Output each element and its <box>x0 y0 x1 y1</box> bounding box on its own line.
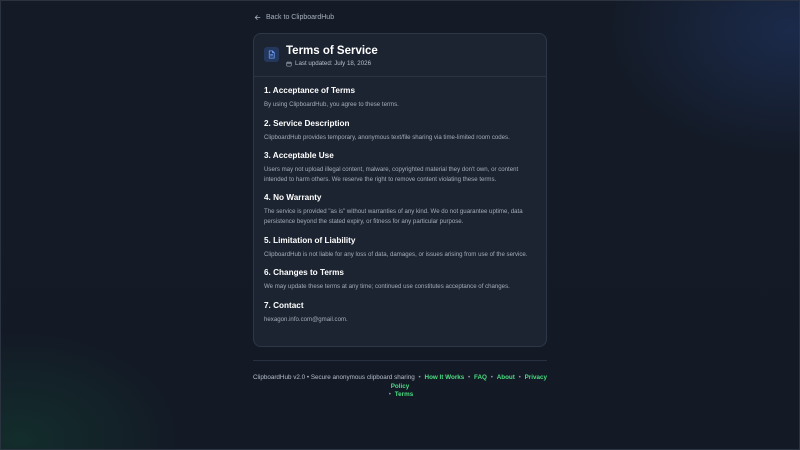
footer-separator: • <box>418 374 421 381</box>
section-title: 2. Service Description <box>264 118 350 128</box>
document-icon <box>264 47 279 62</box>
section-text: The service is provided "as is" without … <box>264 208 523 225</box>
page-title: Terms of Service <box>286 45 378 57</box>
terms-section: 2. Service Description ClipboardHub prov… <box>264 119 536 143</box>
section-title: 4. No Warranty <box>264 193 322 203</box>
section-text: We may update these terms at any time; c… <box>264 283 510 291</box>
last-updated: Last updated: July 18, 2026 <box>286 60 378 67</box>
footer-link-how-it-works[interactable]: How It Works <box>425 374 465 381</box>
footer-link-terms[interactable]: Terms <box>395 391 413 398</box>
terms-section: 6. Changes to Terms We may update these … <box>264 268 536 292</box>
section-title: 3. Acceptable Use <box>264 151 334 161</box>
section-text: ClipboardHub provides temporary, anonymo… <box>264 133 510 141</box>
terms-section: 5. Limitation of Liability ClipboardHub … <box>264 236 536 260</box>
terms-section: 3. Acceptable Use Users may not upload i… <box>264 151 536 184</box>
section-text: Users may not upload illegal content, ma… <box>264 166 519 183</box>
footer: ClipboardHub v2.0 • Secure anonymous cli… <box>250 374 550 400</box>
section-text: ClipboardHub is not liable for any loss … <box>264 250 528 258</box>
footer-link-faq[interactable]: FAQ <box>474 374 487 381</box>
footer-link-about[interactable]: About <box>497 374 515 381</box>
terms-section: 4. No Warranty The service is provided "… <box>264 193 536 226</box>
section-title: 5. Limitation of Liability <box>264 235 356 245</box>
footer-separator: • <box>468 374 471 381</box>
section-title: 7. Contact <box>264 300 304 310</box>
footer-separator: • <box>388 391 392 398</box>
terms-section: 7. Contact hexagon.info.com@gmail.com. <box>264 301 536 325</box>
section-title: 6. Changes to Terms <box>264 268 344 278</box>
footer-separator: • <box>518 374 521 381</box>
footer-text: ClipboardHub v2.0 • Secure anonymous cli… <box>252 374 415 381</box>
back-link-label: Back to ClipboardHub <box>266 14 335 21</box>
footer-divider <box>253 360 547 361</box>
section-title: 1. Acceptance of Terms <box>264 86 356 95</box>
terms-header: Terms of Service Last updated: July 18, … <box>254 34 546 77</box>
footer-separator: • <box>490 374 493 381</box>
terms-body: 1. Acceptance of Terms By using Clipboar… <box>254 77 546 324</box>
back-link[interactable]: Back to ClipboardHub <box>254 14 334 21</box>
arrow-left-icon <box>254 15 261 20</box>
last-updated-text: Last updated: July 18, 2026 <box>295 60 372 67</box>
contact-email: hexagon.info.com@gmail.com. <box>264 315 348 323</box>
calendar-icon <box>286 61 292 66</box>
terms-card: Terms of Service Last updated: July 18, … <box>253 33 547 347</box>
section-text: By using ClipboardHub, you agree to thes… <box>264 101 399 108</box>
terms-section: 1. Acceptance of Terms By using Clipboar… <box>264 86 536 110</box>
